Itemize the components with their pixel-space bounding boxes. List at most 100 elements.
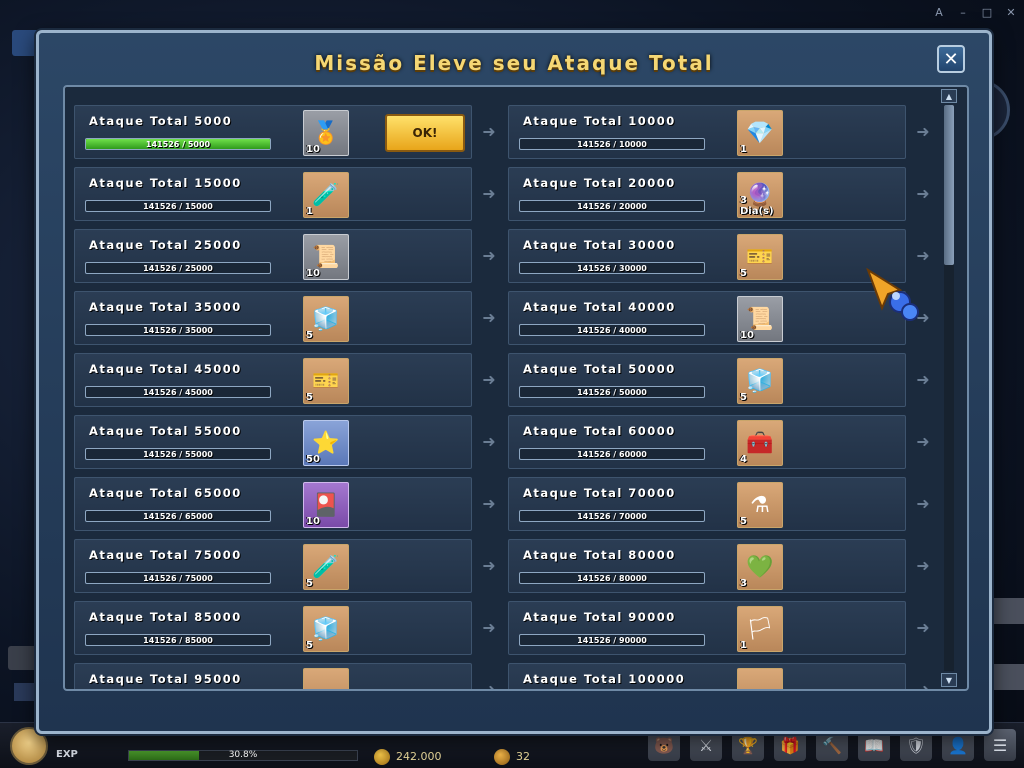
claim-reward-button[interactable]: OK! (385, 114, 465, 152)
reward-glyph: 🏅 (312, 120, 340, 146)
medal-icon[interactable]: 🏅 10 (303, 110, 349, 156)
potion-icon[interactable]: 🧪 1 (303, 172, 349, 218)
mission-progress-bar: 141526 / 70000 (519, 510, 705, 522)
mission-title: Ataque Total 95000 (89, 672, 242, 686)
close-button[interactable]: ✕ (937, 45, 965, 73)
reward-glyph: 🧰 (746, 430, 774, 456)
scroll-up-button[interactable]: ▲ (941, 89, 957, 103)
mission-progress-bar: 141526 / 15000 (85, 200, 271, 212)
mission-card: Ataque Total 45000 141526 / 45000 🎫 5 (74, 353, 472, 407)
scroll-down-button[interactable]: ▼ (941, 673, 957, 687)
reward-count: 5 (740, 516, 747, 527)
progress-text: 141526 / 20000 (577, 202, 647, 211)
blue-potion-icon[interactable]: 🧪 5 (303, 544, 349, 590)
mission-title: Ataque Total 65000 (89, 486, 242, 500)
mission-card: Ataque Total 25000 141526 / 25000 📜 10 (74, 229, 472, 283)
arrow-right-icon: ➜ (482, 617, 496, 637)
mission-card: Ataque Total 100000 (508, 663, 906, 689)
mission-row: Ataque Total 15000 141526 / 15000 🧪 1 ➜ Ataqu… (74, 167, 934, 229)
mission-title: Ataque Total 70000 (523, 486, 676, 500)
ticket-icon[interactable] (737, 668, 783, 689)
mission-rows: Ataque Total 5000 141526 / 5000 🏅 10 OK! ➜ Ata… (74, 105, 934, 691)
mission-progress-bar: 141526 / 25000 (85, 262, 271, 274)
arrow-right-icon: ➜ (916, 369, 930, 389)
green-gem-icon[interactable]: 💚 3 (737, 544, 783, 590)
reward-glyph: ⚗ (750, 492, 770, 518)
mission-title: Ataque Total 45000 (89, 362, 242, 376)
maximize-icon[interactable]: □ (978, 4, 996, 20)
scroll-icon[interactable]: 📜 10 (303, 234, 349, 280)
arrow-right-icon: ➜ (482, 679, 496, 691)
mission-title: Ataque Total 25000 (89, 238, 242, 252)
pink-potion-icon[interactable]: ⚗ 5 (737, 482, 783, 528)
crate-icon[interactable]: 🧊 5 (303, 296, 349, 342)
orb-icon[interactable]: 🔮 3 Dia(s) (737, 172, 783, 218)
arrow-right-icon: ➜ (916, 679, 930, 691)
crate-icon[interactable]: 🧊 5 (303, 606, 349, 652)
minimize-icon[interactable]: – (954, 4, 972, 20)
arrow-right-icon: ➜ (916, 493, 930, 513)
progress-text: 141526 / 80000 (577, 574, 647, 583)
cash-coin-icon (494, 749, 510, 765)
mission-card: Ataque Total 40000 141526 / 40000 📜 10 (508, 291, 906, 345)
mission-progress-bar: 141526 / 5000 (85, 138, 271, 150)
mission-progress-bar: 141526 / 20000 (519, 200, 705, 212)
mission-card: Ataque Total 80000 141526 / 80000 💚 3 (508, 539, 906, 593)
mission-progress-bar: 141526 / 10000 (519, 138, 705, 150)
scroll-icon[interactable]: 📜 10 (737, 296, 783, 342)
arrow-right-icon: ➜ (482, 121, 496, 141)
winged-gem-icon[interactable]: 💎 1 (737, 110, 783, 156)
background-side-button (992, 664, 1024, 690)
mission-title: Ataque Total 100000 (523, 672, 686, 686)
ticket-icon[interactable]: 🎫 5 (303, 358, 349, 404)
reward-glyph: 🧪 (312, 554, 340, 580)
star-coin-icon[interactable]: ⭐ 50 (303, 420, 349, 466)
mission-card: Ataque Total 35000 141526 / 35000 🧊 5 (74, 291, 472, 345)
reward-glyph: 📜 (312, 244, 340, 270)
reward-glyph: 🧊 (312, 616, 340, 642)
crate-icon[interactable]: 🧊 5 (737, 358, 783, 404)
arrow-right-icon: ➜ (482, 369, 496, 389)
banner-icon[interactable]: 🏳 1 (737, 606, 783, 652)
mission-progress-bar: 141526 / 75000 (85, 572, 271, 584)
scrollbar[interactable]: ▲ ▼ (941, 87, 957, 689)
cursor-icon (866, 268, 919, 321)
arrow-right-icon: ➜ (482, 431, 496, 451)
mission-card: Ataque Total 75000 141526 / 75000 🧪 5 (74, 539, 472, 593)
mission-progress-bar: 141526 / 45000 (85, 386, 271, 398)
reward-count: 1 (740, 144, 747, 155)
background-megaphone-button (8, 646, 38, 670)
progress-text: 141526 / 45000 (143, 388, 213, 397)
mission-row: Ataque Total 5000 141526 / 5000 🏅 10 OK! ➜ Ata… (74, 105, 934, 167)
reward-glyph: 🧪 (312, 182, 340, 208)
mission-card: Ataque Total 30000 141526 / 30000 🎫 5 (508, 229, 906, 283)
dialog-title: Missão Eleve seu Ataque Total (314, 51, 714, 75)
arrow-right-icon: ➜ (482, 307, 496, 327)
mission-card: Ataque Total 95000 (74, 663, 472, 689)
reward-glyph: 🧊 (746, 368, 774, 394)
ticket-icon[interactable]: 🎫 5 (737, 234, 783, 280)
background-side-button (992, 598, 1024, 624)
mission-row: Ataque Total 65000 141526 / 65000 🎴 10 ➜ Ataq… (74, 477, 934, 539)
mission-card: Ataque Total 5000 141526 / 5000 🏅 10 OK! (74, 105, 472, 159)
reward-count: 1 (740, 640, 747, 651)
scroll-icon[interactable] (303, 668, 349, 689)
card-pack-icon[interactable]: 🎴 10 (303, 482, 349, 528)
progress-text: 141526 / 60000 (577, 450, 647, 459)
scroll-thumb[interactable] (944, 105, 954, 265)
gold-amount: 242.000 (396, 750, 442, 763)
reward-glyph: ⭐ (312, 430, 340, 456)
arrow-right-icon: ➜ (916, 431, 930, 451)
close-window-icon[interactable]: ✕ (1002, 4, 1020, 20)
mission-title: Ataque Total 90000 (523, 610, 676, 624)
menu-icon[interactable]: ☰ (984, 729, 1016, 761)
scroll-track[interactable] (944, 105, 954, 671)
mission-progress-bar: 141526 / 40000 (519, 324, 705, 336)
font-toggle-icon[interactable]: A (930, 4, 948, 20)
mission-progress-bar: 141526 / 35000 (85, 324, 271, 336)
mission-progress-bar: 141526 / 85000 (85, 634, 271, 646)
mission-progress-bar: 141526 / 50000 (519, 386, 705, 398)
progress-text: 141526 / 5000 (145, 140, 211, 149)
chest-icon[interactable]: 🧰 4 (737, 420, 783, 466)
mission-card: Ataque Total 65000 141526 / 65000 🎴 10 (74, 477, 472, 531)
